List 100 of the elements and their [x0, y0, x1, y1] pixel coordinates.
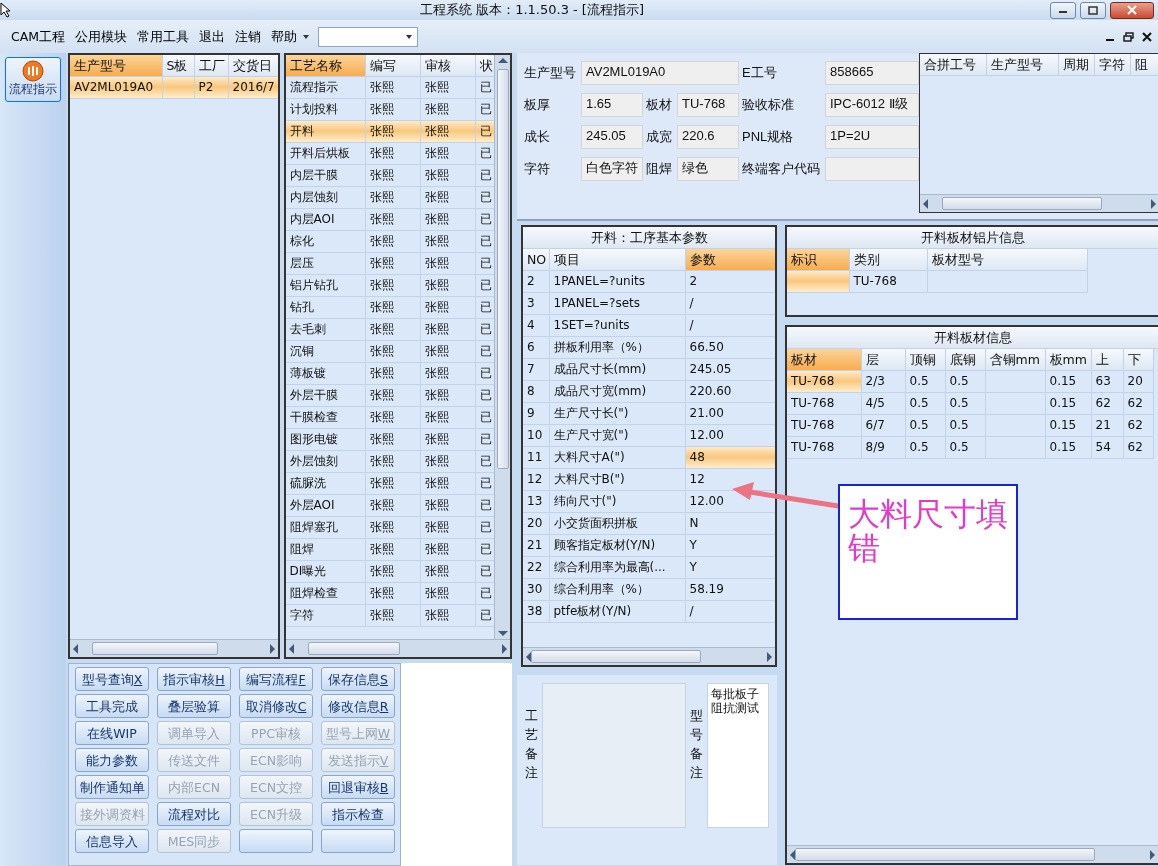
table-row[interactable]: TU-768 6/7 0.5 0.5 0.15 21 62	[787, 414, 1153, 436]
caret-icon[interactable]	[302, 33, 311, 40]
action-button[interactable]: 在线WIP	[75, 721, 149, 745]
table-row[interactable]: 38 ptfe板材(Y/N) /	[523, 600, 775, 622]
vertical-scrollbar[interactable]	[494, 55, 510, 639]
action-button[interactable]: 型号查询X	[75, 667, 149, 691]
column-header[interactable]: 工厂	[194, 55, 228, 76]
remark-field[interactable]	[542, 683, 687, 828]
column-header[interactable]: 编写	[365, 55, 421, 76]
table-row[interactable]: TU-768 8/9 0.5 0.5 0.15 54 62	[787, 436, 1153, 458]
column-header[interactable]: 字符	[1094, 54, 1130, 75]
table-row[interactable]: 7 成品尺寸长(mm) 245.05	[523, 358, 775, 380]
action-button[interactable]: 信息导入	[75, 829, 149, 853]
table-cell: 13	[523, 490, 549, 512]
action-button[interactable]	[321, 829, 395, 853]
table-row[interactable]: 9 生产尺寸长(") 21.00	[523, 402, 775, 424]
column-header[interactable]: NO	[523, 249, 549, 270]
table-row[interactable]: 30 综合利用率（%） 58.19	[523, 578, 775, 600]
action-button[interactable]: 制作通知单	[75, 775, 149, 799]
input-field[interactable]: 绿色	[677, 157, 739, 181]
horizontal-scrollbar[interactable]	[787, 845, 1158, 863]
table-row[interactable]: TU-768 2/3 0.5 0.5 0.15 63 20	[787, 370, 1153, 392]
column-header[interactable]: 板材型号	[927, 249, 1087, 270]
action-button[interactable]: 工具完成	[75, 694, 149, 718]
column-header[interactable]: 标识	[787, 249, 849, 270]
input-field[interactable]: IPC-6012 Ⅱ级	[825, 93, 919, 117]
input-field[interactable]: 245.05	[581, 125, 643, 149]
action-button[interactable]: 指示审核H	[157, 667, 231, 691]
column-header[interactable]: 板mm	[1045, 349, 1091, 370]
action-button[interactable]: 流程对比	[157, 802, 231, 826]
close-icon[interactable]	[1142, 31, 1152, 42]
input-field[interactable]: 白色字符	[581, 157, 643, 181]
action-button[interactable]: 能力参数	[75, 748, 149, 772]
menu-item[interactable]: CAM工程	[6, 29, 71, 44]
column-header[interactable]: 周期	[1058, 54, 1094, 75]
table-row[interactable]: 2 1PANEL=?units 2	[523, 270, 775, 292]
input-field[interactable]: AV2ML019A0	[581, 61, 739, 85]
menu-item[interactable]: 公用模块	[70, 29, 133, 44]
menu-item[interactable]: 帮助	[266, 29, 303, 44]
table-row[interactable]: 8 成品尺寸宽(mm) 220.60	[523, 380, 775, 402]
column-header[interactable]: 合拼工号	[920, 54, 986, 75]
input-field[interactable]	[825, 157, 919, 181]
column-header[interactable]: 含铜mm	[985, 349, 1045, 370]
horizontal-scrollbar[interactable]	[920, 194, 1158, 212]
column-header[interactable]: 交货日	[228, 55, 278, 76]
column-header[interactable]: 层	[861, 349, 905, 370]
table-row[interactable]: TU-768	[787, 270, 1087, 292]
remark-field[interactable]: 每批板子 阻抗测试	[707, 683, 769, 828]
table-row[interactable]: 4 1SET=?units /	[523, 314, 775, 336]
column-header[interactable]: 顶铜	[905, 349, 945, 370]
nav-button[interactable]: 流程指示	[5, 57, 61, 102]
table-row[interactable]: 21 顾客指定板材(Y/N) Y	[523, 534, 775, 556]
action-button[interactable]: 回退审核B	[321, 775, 395, 799]
column-header[interactable]: 工艺名称	[285, 55, 366, 76]
selected-cell[interactable]	[787, 270, 849, 292]
column-header[interactable]: 底铜	[945, 349, 985, 370]
action-button[interactable]	[239, 829, 313, 853]
menu-item[interactable]: 退出	[194, 29, 231, 44]
action-button[interactable]: 修改信息R	[321, 694, 395, 718]
input-field[interactable]: 220.6	[677, 125, 739, 149]
action-button[interactable]: 保存信息S	[321, 667, 395, 691]
column-header[interactable]: 阻	[1130, 54, 1158, 75]
table-row[interactable]: 6 拼板利用率（%） 66.50	[523, 336, 775, 358]
table-row[interactable]: 开料 张熙 张熙 已	[285, 120, 495, 142]
column-header[interactable]: S板	[162, 55, 194, 76]
action-button[interactable]: 叠层验算	[157, 694, 231, 718]
horizontal-scrollbar[interactable]	[523, 647, 775, 665]
column-header[interactable]: 生产型号	[986, 54, 1058, 75]
input-field[interactable]: 858665	[825, 61, 919, 85]
action-button[interactable]: 指示检查	[321, 802, 395, 826]
column-header[interactable]: 上	[1091, 349, 1123, 370]
action-button[interactable]: 取消修改C	[239, 694, 313, 718]
dropdown-field[interactable]	[318, 26, 419, 47]
menu-item[interactable]: 常用工具	[132, 29, 195, 44]
restore-icon[interactable]	[1123, 31, 1134, 42]
input-field[interactable]: 1P=2U	[825, 125, 919, 149]
column-header[interactable]: 类别	[849, 249, 927, 270]
table-row[interactable]: AV2ML019A0 P2 2016/7	[70, 76, 278, 98]
column-header[interactable]: 下	[1123, 349, 1153, 370]
close-button[interactable]	[1110, 1, 1154, 19]
table-row[interactable]: TU-768 4/5 0.5 0.5 0.15 62 62	[787, 392, 1153, 414]
menu-item[interactable]: 注销	[230, 29, 267, 44]
minimize-button[interactable]	[1050, 1, 1076, 19]
column-header[interactable]: 生产型号	[70, 55, 162, 76]
column-header[interactable]: 参数	[685, 249, 775, 270]
table-row[interactable]: 22 综合利用率为最高(... Y	[523, 556, 775, 578]
table-cell: 20	[1123, 370, 1153, 392]
column-header[interactable]: 审核	[420, 55, 476, 76]
input-field[interactable]: 1.65	[581, 93, 643, 117]
action-button[interactable]: 编写流程F	[239, 667, 313, 691]
input-field[interactable]: TU-768	[677, 93, 739, 117]
table-row[interactable]: 3 1PANEL=?sets /	[523, 292, 775, 314]
horizontal-scrollbar[interactable]	[70, 639, 278, 657]
column-header[interactable]: 项目	[549, 249, 685, 270]
table-row[interactable]: 20 小交货面积拼板 N	[523, 512, 775, 534]
column-header[interactable]: 板材	[787, 349, 861, 370]
table-row[interactable]: 10 生产尺寸宽(") 12.00	[523, 424, 775, 446]
table-row[interactable]: 11 大料尺寸A(") 48	[523, 446, 775, 468]
horizontal-scrollbar[interactable]	[285, 639, 510, 657]
maximize-button[interactable]	[1080, 1, 1106, 19]
